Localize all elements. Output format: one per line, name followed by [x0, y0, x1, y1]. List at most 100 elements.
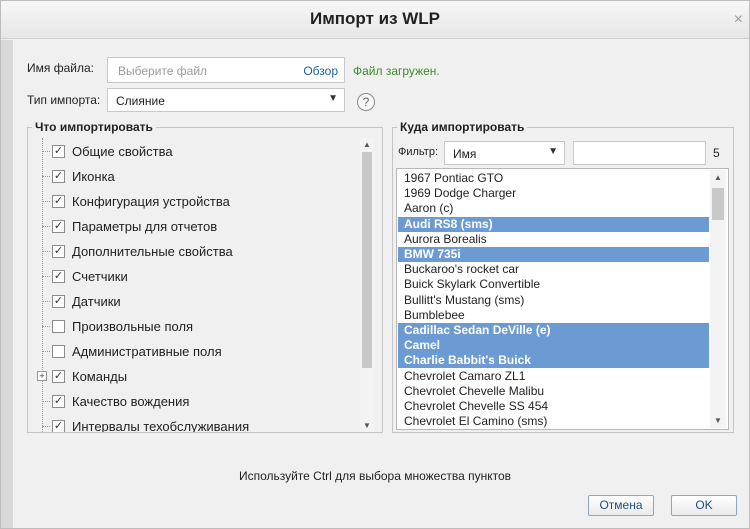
tree-connector — [42, 201, 50, 202]
list-item[interactable]: Chevrolet Camaro ZL1 — [398, 369, 709, 384]
tree-item-label: Счетчики — [72, 269, 128, 284]
tree-item-checkbox[interactable] — [52, 320, 65, 333]
tree-item-checkbox[interactable]: ✓ — [52, 295, 65, 308]
tree-item[interactable]: Административные поля — [34, 340, 354, 364]
tree-item[interactable]: ✓ Качество вождения — [34, 390, 354, 414]
file-placeholder: Выберите файл — [118, 64, 208, 78]
tree-item[interactable]: + ✓ Команды — [34, 365, 354, 389]
list-scrollbar[interactable]: ▲ ▼ — [710, 170, 726, 428]
target-units-list[interactable]: ▲ ▼ 1967 Pontiac GTO 1969 Dodge Charger Aa… — [396, 168, 729, 430]
scroll-thumb[interactable] — [712, 188, 724, 220]
list-item[interactable]: Buick Skylark Convertible — [398, 277, 709, 292]
file-input[interactable]: Выберите файл Обзор — [107, 57, 345, 83]
tree-item-label: Интервалы техобслуживания — [72, 419, 250, 432]
expand-icon[interactable]: + — [37, 371, 47, 381]
tree-item-label: Параметры для отчетов — [72, 219, 218, 234]
tree-item-label: Качество вождения — [72, 394, 190, 409]
list-item[interactable]: Bumblebee — [398, 308, 709, 323]
tree-item-checkbox[interactable]: ✓ — [52, 245, 65, 258]
import-dialog: Импорт из WLP × Имя файла: Выберите файл… — [0, 0, 750, 529]
tree-item[interactable]: ✓ Интервалы техобслуживания — [34, 415, 354, 432]
filter-text-input[interactable] — [573, 141, 706, 165]
list-item[interactable]: Chevrolet El Camino (sms) — [398, 414, 709, 429]
tree-item-checkbox[interactable]: ✓ — [52, 395, 65, 408]
ok-button[interactable]: OK — [671, 495, 737, 516]
tree-connector — [42, 351, 50, 352]
tree-connector — [42, 251, 50, 252]
import-type-select[interactable]: Слияние ▼ — [107, 88, 345, 112]
list-item[interactable]: Chevrolet Chevelle SS 454 — [398, 399, 709, 414]
tree-item[interactable]: Произвольные поля — [34, 315, 354, 339]
close-icon[interactable]: × — [734, 11, 743, 29]
selected-count: 5 — [713, 146, 720, 160]
chevron-down-icon: ▼ — [548, 146, 558, 157]
tree-item-checkbox[interactable] — [52, 345, 65, 358]
filter-label: Фильтр: — [398, 146, 439, 158]
tree-connector — [42, 326, 50, 327]
import-type-value: Слияние — [116, 94, 165, 108]
tree-item-checkbox[interactable]: ✓ — [52, 145, 65, 158]
filter-field-value: Имя — [453, 147, 477, 161]
tree-item[interactable]: ✓ Иконка — [34, 165, 354, 189]
where-to-import-title: Куда импортировать — [397, 120, 528, 134]
tree-item[interactable]: ✓ Датчики — [34, 290, 354, 314]
tree-item-checkbox[interactable]: ✓ — [52, 270, 65, 283]
tree-item-checkbox[interactable]: ✓ — [52, 195, 65, 208]
scroll-up-icon[interactable]: ▲ — [360, 140, 374, 149]
scroll-down-icon[interactable]: ▼ — [360, 421, 374, 430]
what-to-import-title: Что импортировать — [32, 120, 156, 134]
tree-item-checkbox[interactable]: ✓ — [52, 170, 65, 183]
list-item[interactable]: BMW 735i — [398, 247, 709, 262]
tree-item-label: Дополнительные свойства — [72, 244, 233, 259]
help-icon[interactable]: ? — [357, 93, 375, 111]
list-item[interactable]: 1967 Pontiac GTO — [398, 171, 709, 186]
tree-connector — [42, 426, 50, 427]
tree-item-label: Датчики — [72, 294, 121, 309]
list-item[interactable]: Aurora Borealis — [398, 232, 709, 247]
list-item[interactable]: Chevrolet Chevelle Malibu — [398, 384, 709, 399]
cancel-button[interactable]: Отмена — [588, 495, 654, 516]
scroll-down-icon[interactable]: ▼ — [710, 416, 726, 425]
left-edge-strip — [1, 40, 13, 528]
chevron-down-icon: ▼ — [328, 93, 338, 104]
scroll-up-icon[interactable]: ▲ — [710, 173, 726, 182]
tree-connector — [42, 276, 50, 277]
tree-item-label: Иконка — [72, 169, 115, 184]
tree-item[interactable]: ✓ Дополнительные свойства — [34, 240, 354, 264]
list-item[interactable]: Bullitt's Mustang (sms) — [398, 293, 709, 308]
what-to-import-group: Что импортировать ✓ Общие свойства ✓ Иконка… — [27, 120, 383, 433]
tree-item-label: Команды — [72, 369, 128, 384]
filter-field-select[interactable]: Имя ▼ — [444, 141, 565, 165]
list-item[interactable]: Buckaroo's rocket car — [398, 262, 709, 277]
tree-item-checkbox[interactable]: ✓ — [52, 370, 65, 383]
list-item[interactable]: 1969 Dodge Charger — [398, 186, 709, 201]
tree-connector — [42, 176, 50, 177]
tree-item-label: Общие свойства — [72, 144, 173, 159]
list-item[interactable]: Charlie Babbit's Buick — [398, 353, 709, 369]
tree-connector — [42, 226, 50, 227]
file-status: Файл загружен. — [353, 64, 440, 78]
tree-item-label: Административные поля — [72, 344, 222, 359]
tree-item-label: Конфигурация устройства — [72, 194, 230, 209]
list-item[interactable]: Aaron (c) — [398, 201, 709, 216]
tree-item-label: Произвольные поля — [72, 319, 194, 334]
tree-item-checkbox[interactable]: ✓ — [52, 420, 65, 432]
list-item[interactable]: Cadillac Sedan DeVille (e) — [398, 323, 709, 338]
scroll-thumb[interactable] — [362, 152, 372, 368]
list-item[interactable]: Audi RS8 (sms) — [398, 216, 709, 232]
tree-item[interactable]: ✓ Параметры для отчетов — [34, 215, 354, 239]
file-name-label: Имя файла: — [27, 61, 94, 75]
title-bar: Импорт из WLP × — [1, 1, 749, 39]
list-item[interactable]: Camel — [398, 338, 709, 354]
tree-connector — [42, 301, 50, 302]
tree-item-checkbox[interactable]: ✓ — [52, 220, 65, 233]
browse-link[interactable]: Обзор — [303, 64, 338, 78]
tree-scrollbar[interactable]: ▲ ▼ — [360, 138, 374, 432]
tree-connector — [42, 401, 50, 402]
import-options-tree: ✓ Общие свойства ✓ Иконка ✓ Конфигурация устр… — [34, 138, 354, 432]
tree-item[interactable]: ✓ Общие свойства — [34, 140, 354, 164]
tree-item[interactable]: ✓ Конфигурация устройства — [34, 190, 354, 214]
tree-item[interactable]: ✓ Счетчики — [34, 265, 354, 289]
import-type-label: Тип импорта: — [27, 93, 101, 107]
multi-select-hint: Используйте Ctrl для выбора множества пу… — [238, 469, 512, 483]
